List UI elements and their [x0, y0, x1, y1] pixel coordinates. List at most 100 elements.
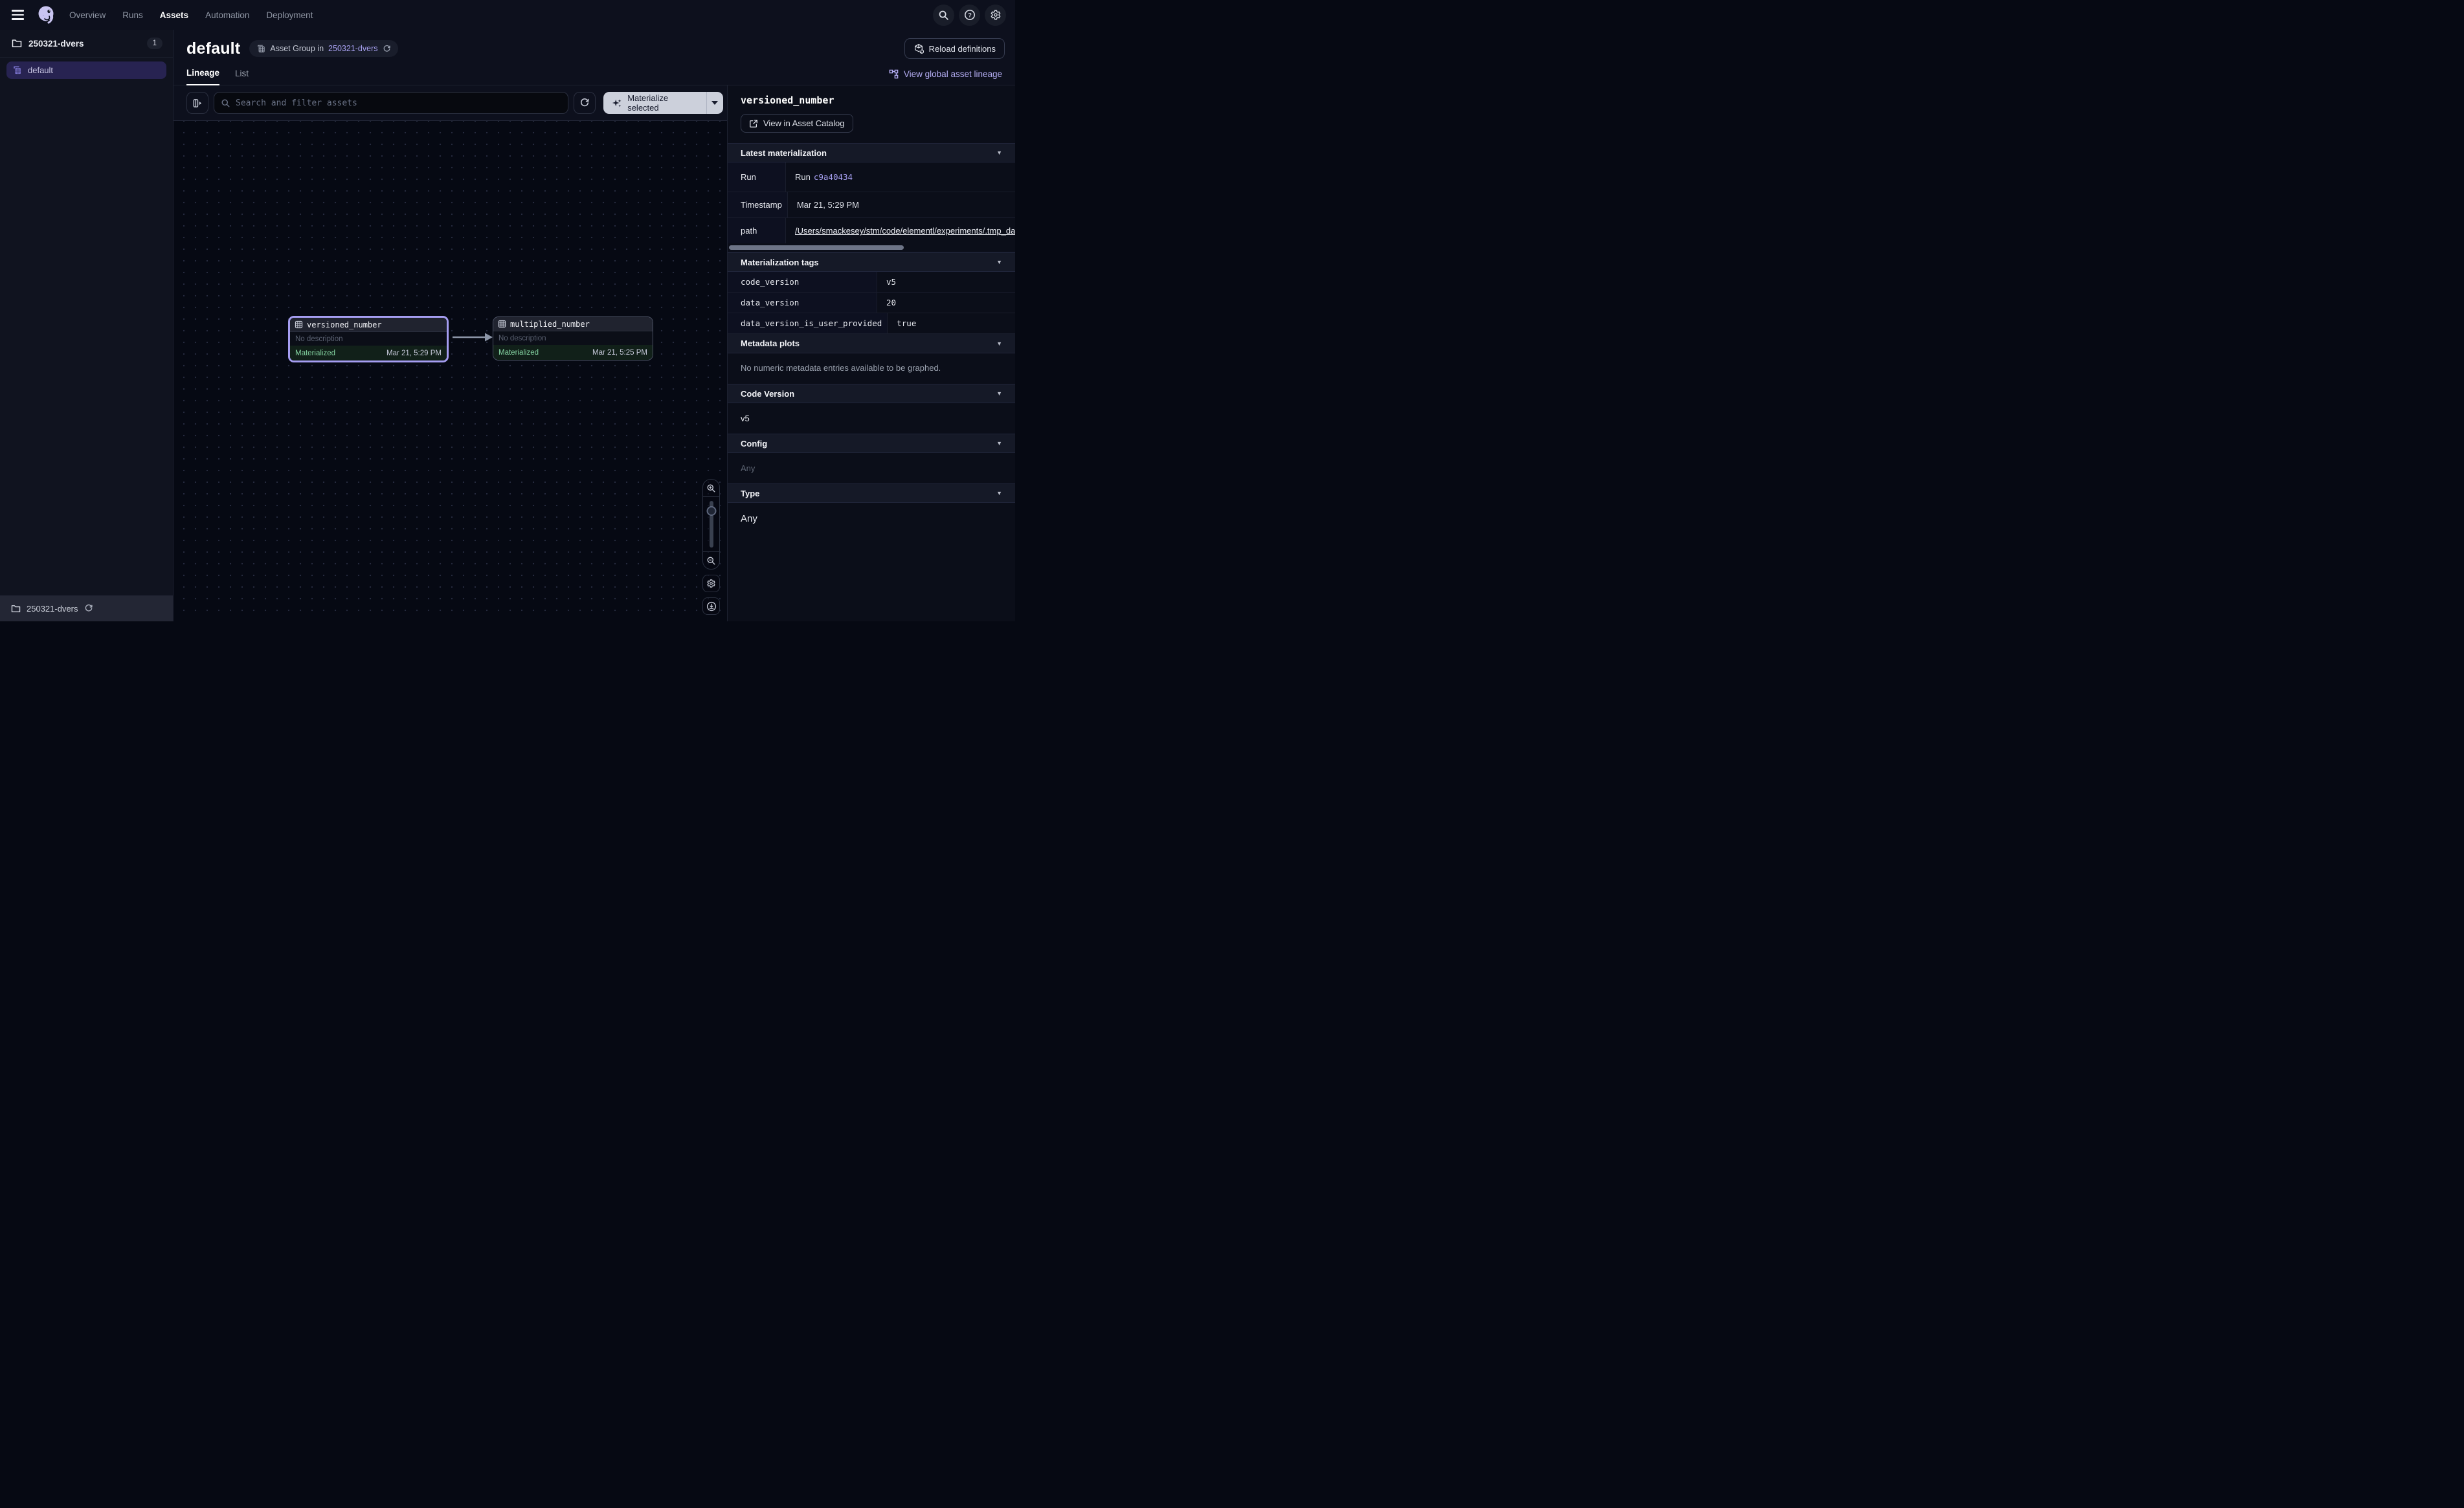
- section-type[interactable]: Type ▼: [728, 483, 1015, 503]
- sidebar-group-row[interactable]: 250321-dvers 1: [0, 30, 173, 58]
- download-icon: [706, 601, 717, 612]
- asset-node-timestamp: Mar 21, 5:29 PM: [386, 349, 442, 357]
- caret-down-icon: ▼: [996, 440, 1002, 447]
- section-title: Code Version: [741, 389, 794, 399]
- zoom-slider-handle[interactable]: [706, 506, 716, 516]
- asset-detail-title: versioned_number: [741, 94, 1002, 106]
- tag-value: v5: [877, 272, 1015, 292]
- asset-group-icon: [256, 44, 265, 53]
- nav-runs[interactable]: Runs: [122, 10, 143, 20]
- gear-icon: [706, 579, 716, 588]
- svg-text:?: ?: [968, 12, 972, 19]
- folder-icon: [12, 39, 22, 48]
- nav-deployment[interactable]: Deployment: [266, 10, 313, 20]
- latest-path-row: path /Users/smackesey/stm/code/elementl/…: [728, 218, 1015, 243]
- asset-table-icon: [498, 320, 506, 328]
- asset-group-icon: [12, 65, 22, 75]
- download-graph-button[interactable]: [702, 597, 720, 615]
- refresh-icon: [383, 45, 391, 53]
- path-link[interactable]: /Users/smackesey/stm/code/elementl/exper…: [795, 226, 1015, 236]
- config-value: Any: [728, 453, 1015, 483]
- asset-node-multiplied-number[interactable]: multiplied_number No description Materia…: [493, 316, 653, 360]
- view-tabs: Lineage List View global asset lineage: [174, 63, 1015, 85]
- hamburger-menu-icon[interactable]: [9, 4, 31, 26]
- refresh-icon: [579, 98, 590, 108]
- lineage-graph-icon: [889, 69, 899, 79]
- page-header: default Asset Group in 250321-dvers Relo…: [174, 30, 1015, 63]
- sidebar-group-label: 250321-dvers: [28, 39, 84, 49]
- refresh-graph-button[interactable]: [574, 92, 596, 114]
- asset-group-badge-link[interactable]: 250321-dvers: [328, 44, 377, 53]
- path-row-key: path: [728, 218, 786, 243]
- reload-definitions-label: Reload definitions: [929, 44, 996, 54]
- asset-node-versioned-number[interactable]: versioned_number No description Material…: [288, 316, 449, 362]
- sidebar-item-default[interactable]: default: [6, 61, 166, 79]
- sidebar-footer[interactable]: 250321-dvers: [0, 595, 173, 621]
- section-metadata-plots[interactable]: Metadata plots ▼: [728, 334, 1015, 353]
- search-icon: [221, 98, 230, 108]
- section-latest-materialization[interactable]: Latest materialization ▼: [728, 143, 1015, 162]
- section-title: Materialization tags: [741, 258, 819, 267]
- asset-node-name: versioned_number: [307, 320, 382, 329]
- asset-table-icon: [295, 320, 303, 329]
- asset-group-badge-text: Asset Group in: [270, 44, 324, 53]
- asset-search-input[interactable]: [236, 98, 561, 108]
- nav-overview[interactable]: Overview: [69, 10, 106, 20]
- zoom-slider[interactable]: [703, 497, 719, 551]
- section-code-version[interactable]: Code Version ▼: [728, 384, 1015, 403]
- tab-list[interactable]: List: [235, 69, 249, 85]
- view-global-asset-lineage-link[interactable]: View global asset lineage: [889, 69, 1002, 85]
- run-prefix: Run: [795, 172, 811, 182]
- tag-row-data-version: data_version 20: [728, 293, 1015, 313]
- reload-cube-icon: [913, 43, 924, 54]
- tag-row-data-version-is-user-provided: data_version_is_user_provided true: [728, 313, 1015, 334]
- graph-settings-button[interactable]: [702, 575, 720, 592]
- run-row-key: Run: [728, 162, 786, 192]
- caret-down-icon: ▼: [996, 390, 1002, 397]
- sidebar-group-count-badge: 1: [147, 38, 162, 49]
- primary-nav: Overview Runs Assets Automation Deployme…: [69, 10, 313, 20]
- caret-down-icon: ▼: [996, 490, 1002, 496]
- lineage-canvas[interactable]: versioned_number No description Material…: [174, 120, 727, 621]
- section-title: Type: [741, 489, 759, 498]
- zoom-in-icon: [706, 483, 716, 493]
- zoom-out-button[interactable]: [703, 551, 719, 569]
- materialize-selected-button[interactable]: Materialize selected: [603, 92, 706, 114]
- folder-icon: [11, 604, 21, 613]
- materialize-dropdown-button[interactable]: [706, 92, 723, 114]
- caret-down-icon: ▼: [996, 150, 1002, 156]
- tag-value: 20: [877, 293, 1015, 313]
- run-id-link[interactable]: c9a40434: [814, 172, 853, 182]
- dagster-logo-icon[interactable]: [36, 5, 58, 26]
- asset-node-status: Materialized: [498, 349, 539, 357]
- sidebar-item-label: default: [28, 65, 53, 75]
- section-config[interactable]: Config ▼: [728, 434, 1015, 453]
- top-nav: Overview Runs Assets Automation Deployme…: [0, 0, 1015, 30]
- search-button[interactable]: [933, 5, 954, 26]
- asset-group-badge[interactable]: Asset Group in 250321-dvers: [249, 40, 398, 57]
- materialize-selected-label: Materialize selected: [627, 93, 697, 113]
- asset-node-description: No description: [295, 335, 343, 343]
- code-version-value: v5: [728, 403, 1015, 434]
- asset-search-box: [214, 92, 568, 114]
- help-button[interactable]: ?: [959, 5, 980, 26]
- reload-definitions-button[interactable]: Reload definitions: [904, 38, 1005, 59]
- tab-lineage[interactable]: Lineage: [186, 68, 219, 85]
- zoom-in-button[interactable]: [703, 480, 719, 497]
- tag-key: data_version: [728, 293, 877, 313]
- nav-assets[interactable]: Assets: [160, 10, 188, 20]
- page-title: default: [186, 39, 240, 58]
- latest-run-row: Run Run c9a40434: [728, 162, 1015, 192]
- settings-button[interactable]: [985, 5, 1006, 26]
- horizontal-scrollbar-thumb[interactable]: [729, 245, 904, 250]
- dagster-app: Overview Runs Assets Automation Deployme…: [0, 0, 1015, 621]
- asset-node-status: Materialized: [295, 349, 335, 357]
- collapse-panel-button[interactable]: [186, 92, 208, 114]
- tag-key: data_version_is_user_provided: [728, 313, 888, 333]
- sidebar-footer-label: 250321-dvers: [27, 604, 78, 614]
- nav-automation[interactable]: Automation: [205, 10, 249, 20]
- section-materialization-tags[interactable]: Materialization tags ▼: [728, 252, 1015, 272]
- materialize-sparkle-icon: [612, 98, 622, 109]
- asset-node-name: multiplied_number: [510, 320, 590, 329]
- view-in-asset-catalog-button[interactable]: View in Asset Catalog: [741, 114, 853, 133]
